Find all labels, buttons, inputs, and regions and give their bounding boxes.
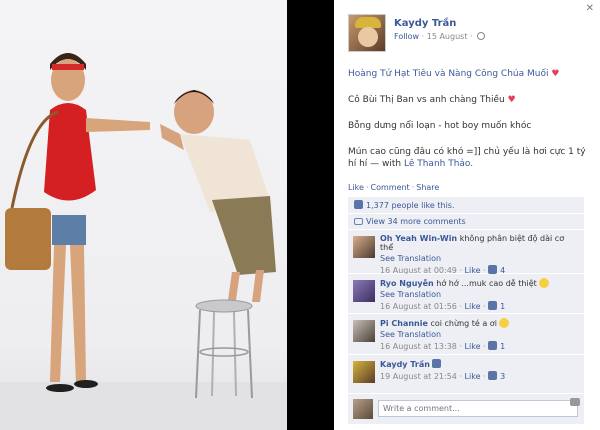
see-translation-link[interactable]: See Translation: [380, 330, 578, 339]
heart-icon: ♥: [507, 95, 516, 105]
comment-meta: 16 August at 01:56 · Like · 1: [380, 301, 506, 311]
tagged-user-link[interactable]: Lê Thanh Thảo.: [404, 159, 473, 169]
photo-viewer: ✕ Kaydy Trần Follow · 15 August · Hoàng …: [0, 0, 600, 430]
globe-icon: [477, 32, 486, 40]
thumbs-up-icon: [488, 301, 498, 310]
post-author: Kaydy Trần Follow · 15 August ·: [348, 14, 588, 54]
caption-line: Cô Bùi Thị Ban vs anh chàng Thiều ♥: [348, 94, 586, 106]
see-translation-link[interactable]: See Translation: [380, 290, 578, 299]
action-dot: ·: [365, 183, 369, 192]
thumbs-up-icon: [488, 371, 498, 380]
photo-illustration: [0, 53, 287, 430]
comment-time[interactable]: 16 August at 01:56: [380, 302, 457, 311]
caption-line-2: Cô Bùi Thị Ban vs anh chàng Thiều: [348, 95, 505, 105]
heart-icon: ♥: [551, 69, 560, 79]
thumbs-up-icon: [488, 265, 498, 274]
photo[interactable]: [0, 0, 287, 430]
comment-link[interactable]: Comment: [371, 183, 410, 192]
comment-like-count[interactable]: 1: [500, 302, 505, 311]
comment-like-link[interactable]: Like: [465, 302, 481, 311]
likes-text[interactable]: 1,377 people like this.: [366, 201, 455, 210]
caption-line-3: Bỗng dưng nổi loạn - hot boy muốn khóc: [348, 121, 532, 131]
action-dot: ·: [411, 183, 415, 192]
view-more-comments[interactable]: View 34 more comments: [348, 214, 584, 230]
comment-input[interactable]: [378, 400, 578, 417]
comment-item: Ryo Nguyễn hớ hớ ...muk cao dễ thiệt See…: [348, 274, 584, 314]
view-more-text[interactable]: View 34 more comments: [366, 217, 466, 226]
comment-like-count[interactable]: 3: [500, 372, 505, 381]
thumbs-up-icon: [432, 359, 442, 368]
comment-like-link[interactable]: Like: [465, 342, 481, 351]
comment-item: Oh Yeah Win-Win không phân biệt độ dài c…: [348, 230, 584, 275]
caption-line: Hoàng Tử Hạt Tiêu và Nàng Công Chúa Muối…: [348, 68, 586, 80]
commenter-name[interactable]: Pi Channie: [380, 319, 428, 328]
close-icon[interactable]: ✕: [586, 3, 594, 14]
post-actions: Like · Comment · Share: [348, 183, 439, 192]
face-shape: [358, 27, 378, 47]
smile-emoticon-icon: [539, 278, 550, 288]
smile-emoticon-icon: [499, 318, 510, 328]
post-caption: Hoàng Tử Hạt Tiêu và Nàng Công Chúa Muối…: [348, 68, 586, 184]
share-link[interactable]: Share: [416, 183, 439, 192]
commenter-name[interactable]: Ryo Nguyễn: [380, 279, 434, 288]
commenter-avatar[interactable]: [353, 361, 375, 383]
comment-time[interactable]: 16 August at 13:38: [380, 342, 457, 351]
comment-item: Kaydy Trần 19 August at 21:54 · Like · 3: [348, 355, 584, 394]
see-translation-link[interactable]: See Translation: [380, 254, 578, 263]
thumbs-up-icon: [488, 341, 498, 350]
author-meta: Follow · 15 August ·: [394, 32, 486, 41]
thumbs-up-icon: [354, 200, 363, 209]
like-link[interactable]: Like: [348, 183, 364, 192]
author-avatar[interactable]: [348, 14, 386, 52]
likes-summary[interactable]: 1,377 people like this.: [348, 197, 584, 214]
comment-text: coi chừng té a ơi: [430, 319, 497, 328]
comment-like-link[interactable]: Like: [465, 372, 481, 381]
comment-bubble-icon: [354, 218, 363, 225]
follow-link[interactable]: Follow: [394, 32, 419, 41]
comment-time[interactable]: 19 August at 21:54: [380, 372, 457, 381]
author-name[interactable]: Kaydy Trần: [394, 18, 456, 29]
caption-line: Mún cao cũng đâu có khó =]] chủ yếu là h…: [348, 146, 586, 170]
commenter-name[interactable]: Oh Yeah Win-Win: [380, 234, 457, 243]
comment-meta: 19 August at 21:54 · Like · 3: [380, 371, 506, 381]
compose-comment: [348, 394, 584, 424]
commenter-name[interactable]: Kaydy Trần: [380, 360, 430, 369]
commenter-avatar[interactable]: [353, 236, 375, 258]
commenter-avatar[interactable]: [353, 320, 375, 342]
comment-text: hớ hớ ...muk cao dễ thiệt: [436, 279, 537, 288]
meta-dot: ·: [470, 32, 476, 41]
caption-line-1[interactable]: Hoàng Tử Hạt Tiêu và Nàng Công Chúa Muối: [348, 69, 548, 79]
post-date[interactable]: 15 August: [427, 32, 468, 41]
camera-icon[interactable]: [570, 398, 580, 406]
comment-item: Pi Channie coi chừng té a ơi See Transla…: [348, 314, 584, 355]
comment-like-count[interactable]: 1: [500, 342, 505, 351]
commenter-avatar[interactable]: [353, 280, 375, 302]
current-user-avatar: [353, 399, 373, 419]
comment-meta: 16 August at 13:38 · Like · 1: [380, 341, 506, 351]
